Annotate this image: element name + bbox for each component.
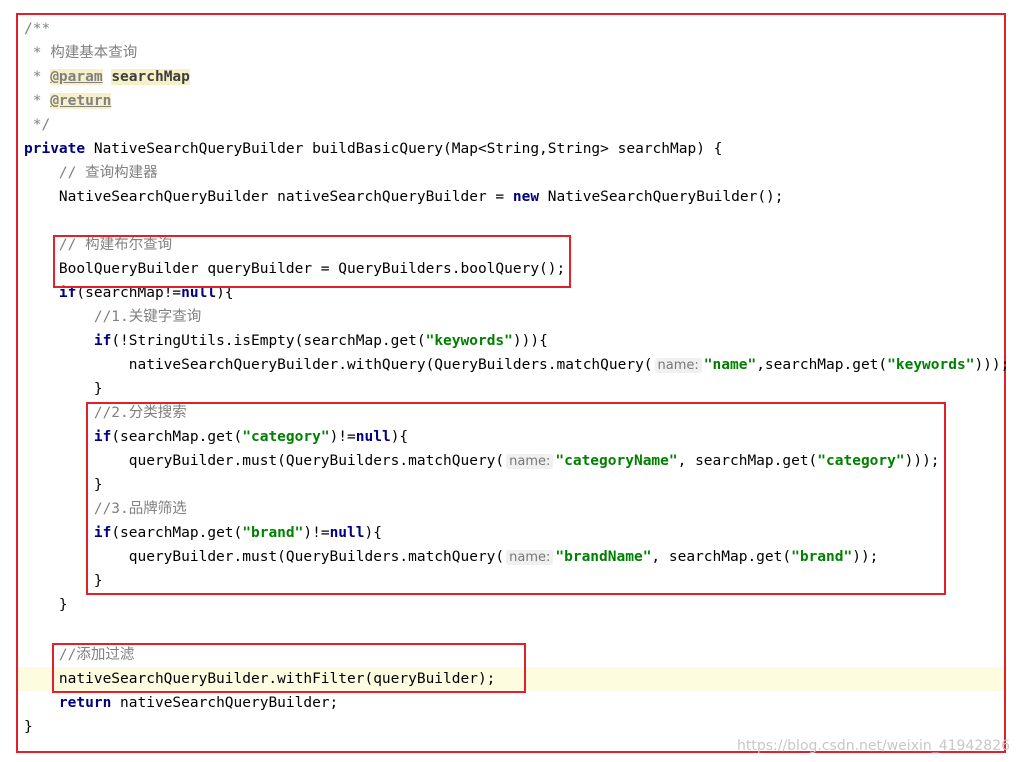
code-line-2: * 构建基本查询: [24, 45, 138, 61]
javadoc-prefix: *: [24, 93, 51, 109]
code-line-7: // 查询构建器: [24, 165, 158, 181]
keyword: new: [512, 189, 540, 205]
keyword: if: [93, 333, 112, 349]
code-line-1: /**: [24, 21, 51, 37]
code-text: ))){: [512, 333, 548, 349]
code-line-16: }: [24, 381, 103, 397]
code-line-5: */: [24, 117, 51, 133]
javadoc-param-tag: @param: [50, 69, 103, 85]
code-line-13: //1.关键字查询: [24, 309, 202, 325]
javadoc-param-name: searchMap: [111, 69, 190, 85]
code-line-15: nativeSearchQueryBuilder.withQuery(Query…: [24, 353, 1009, 377]
code-line-14: if(!StringUtils.isEmpty(searchMap.get("k…: [24, 329, 548, 353]
code-text: NativeSearchQueryBuilder nativeSearchQue…: [24, 189, 513, 205]
string-literal: "keywords": [425, 333, 513, 349]
watermark: https://blog.csdn.net/weixin_41942826: [736, 738, 1010, 754]
code-text: nativeSearchQueryBuilder.withQuery(Query…: [24, 357, 653, 373]
code-line-8: NativeSearchQueryBuilder nativeSearchQue…: [24, 185, 784, 209]
code-text: ,searchMap.get(: [756, 357, 888, 373]
code-line-30: }: [24, 719, 33, 735]
code-line-29: return nativeSearchQueryBuilder;: [24, 691, 338, 715]
parameter-hint: name:: [654, 358, 702, 373]
annotation-box-filter: [52, 643, 526, 693]
string-literal: "name": [703, 357, 757, 373]
code-text: (!StringUtils.isEmpty(searchMap.get(: [111, 333, 426, 349]
javadoc-return-tag: @return: [50, 93, 112, 109]
annotation-box-bool-query: [53, 235, 571, 288]
code-text: )));: [974, 357, 1010, 373]
code-line-4: * @return: [24, 89, 112, 113]
annotation-box-category-brand: [86, 402, 946, 595]
code-line-3: * @param searchMap: [24, 65, 190, 89]
javadoc-prefix: *: [24, 69, 51, 85]
code-line-6: private NativeSearchQueryBuilder buildBa…: [24, 137, 722, 161]
code-text: NativeSearchQueryBuilder();: [539, 189, 784, 205]
string-literal: "keywords": [887, 357, 975, 373]
code-text: nativeSearchQueryBuilder;: [111, 695, 339, 711]
keyword: private: [24, 141, 86, 157]
code-line-25: }: [24, 597, 68, 613]
keyword: return: [58, 695, 112, 711]
code-text: NativeSearchQueryBuilder buildBasicQuery…: [85, 141, 723, 157]
